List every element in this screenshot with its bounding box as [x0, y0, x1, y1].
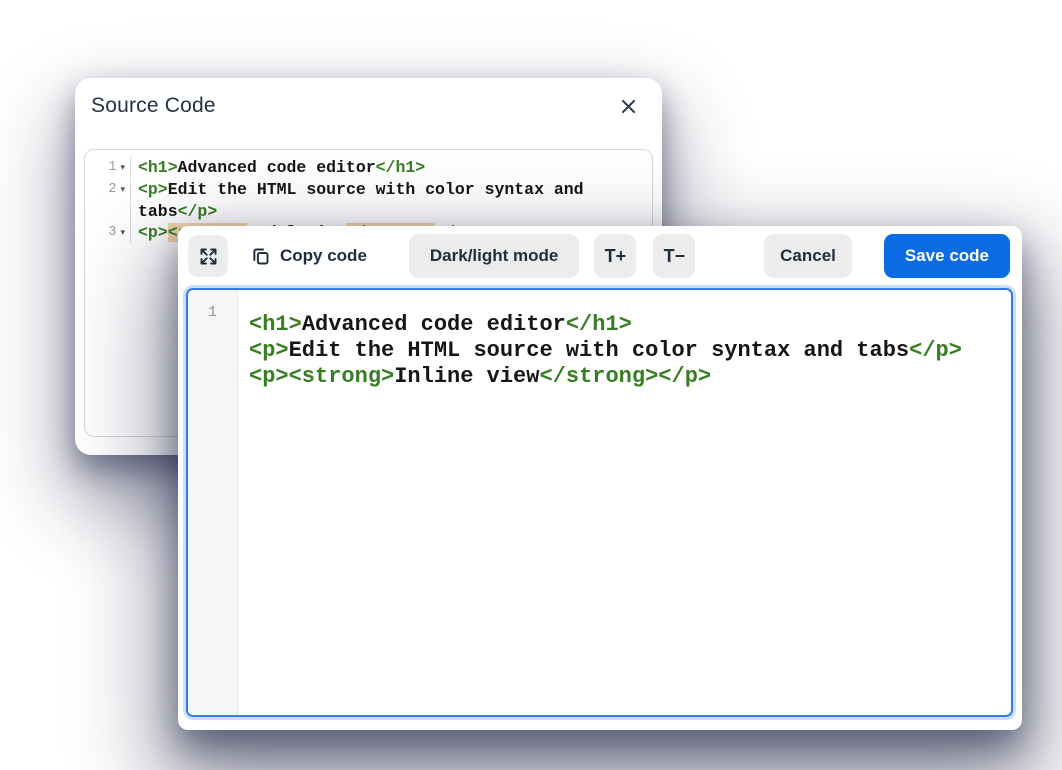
cancel-button[interactable]: Cancel [764, 234, 852, 278]
code-tag: <p> [249, 364, 289, 389]
code-text-segment: tabs [138, 202, 178, 221]
code-tag: <p> [249, 338, 289, 363]
line-number: 3 [108, 222, 116, 243]
code-text-segment: Inline view [394, 364, 539, 389]
copy-code-button[interactable]: Copy code [246, 234, 371, 278]
fullscreen-icon [198, 246, 219, 267]
line-number: 2 [108, 179, 116, 200]
close-icon [619, 97, 638, 116]
save-code-button[interactable]: Save code [884, 234, 1010, 278]
code-text-segment: Advanced code editor [178, 158, 376, 177]
code-tag: </h1> [566, 312, 632, 337]
code-tag: <p> [138, 223, 168, 242]
code-line: <p>Edit the HTML source with color synta… [249, 338, 1011, 364]
code-text-segment: Advanced code editor [302, 312, 566, 337]
code-tag: </p> [909, 338, 962, 363]
line-number-gutter: 1 [188, 290, 238, 715]
fold-triangle-icon[interactable]: ▾ [120, 180, 125, 201]
code-text: <h1>Advanced code editor</h1> [130, 157, 425, 178]
code-tag: <strong> [289, 364, 395, 389]
code-text-segment: Edit the HTML source with color syntax a… [289, 338, 910, 363]
line-gutter: 3▾ [85, 222, 130, 244]
code-text: tabs</p> [130, 201, 217, 222]
copy-icon [250, 246, 271, 267]
code-tag: <h1> [138, 158, 178, 177]
code-text: <p>Edit the HTML source with color synta… [130, 179, 584, 200]
code-line: 1▾<h1>Advanced code editor</h1> [85, 157, 652, 179]
code-line: 2▾<p>Edit the HTML source with color syn… [85, 179, 652, 201]
code-tag: </strong> [539, 364, 658, 389]
code-editor-content[interactable]: <h1>Advanced code editor</h1><p>Edit the… [238, 290, 1011, 715]
advanced-code-editor-panel: Copy code Dark/light mode T+ T− Cancel S… [178, 226, 1022, 730]
code-tag: <p> [138, 180, 168, 199]
font-size-decrease-button[interactable]: T− [653, 234, 695, 278]
fold-triangle-icon[interactable]: ▾ [120, 158, 125, 179]
close-button[interactable] [614, 92, 642, 120]
line-number: 1 [108, 157, 116, 178]
page: Source Code 1▾<h1>Advanced code editor</… [0, 0, 1062, 770]
code-tag: </h1> [376, 158, 426, 177]
fold-triangle-icon[interactable]: ▾ [120, 223, 125, 244]
copy-code-label: Copy code [280, 246, 367, 266]
code-line: <h1>Advanced code editor</h1> [249, 312, 1011, 338]
code-text: <p>Edit the HTML source with color synta… [249, 338, 962, 363]
dark-light-mode-button[interactable]: Dark/light mode [409, 234, 579, 278]
code-tag: </p> [178, 202, 218, 221]
font-size-increase-button[interactable]: T+ [594, 234, 636, 278]
code-tag: <h1> [249, 312, 302, 337]
dialog-header: Source Code [75, 78, 662, 118]
code-text-segment: Edit the HTML source with color syntax a… [168, 180, 584, 199]
code-line: tabs</p> [85, 201, 652, 222]
code-text: <p><strong>Inline view</strong></p> [249, 364, 711, 389]
dialog-title: Source Code [91, 94, 642, 118]
code-text: <h1>Advanced code editor</h1> [249, 312, 632, 337]
line-number: 1 [188, 300, 237, 326]
line-gutter: 1▾ [85, 157, 130, 179]
code-line: <p><strong>Inline view</strong></p> [249, 364, 1011, 390]
code-editor[interactable]: 1 <h1>Advanced code editor</h1><p>Edit t… [186, 288, 1013, 717]
editor-toolbar: Copy code Dark/light mode T+ T− Cancel S… [178, 226, 1022, 278]
line-gutter: 2▾ [85, 179, 130, 201]
code-tag: </p> [658, 364, 711, 389]
fullscreen-button[interactable] [188, 235, 228, 277]
